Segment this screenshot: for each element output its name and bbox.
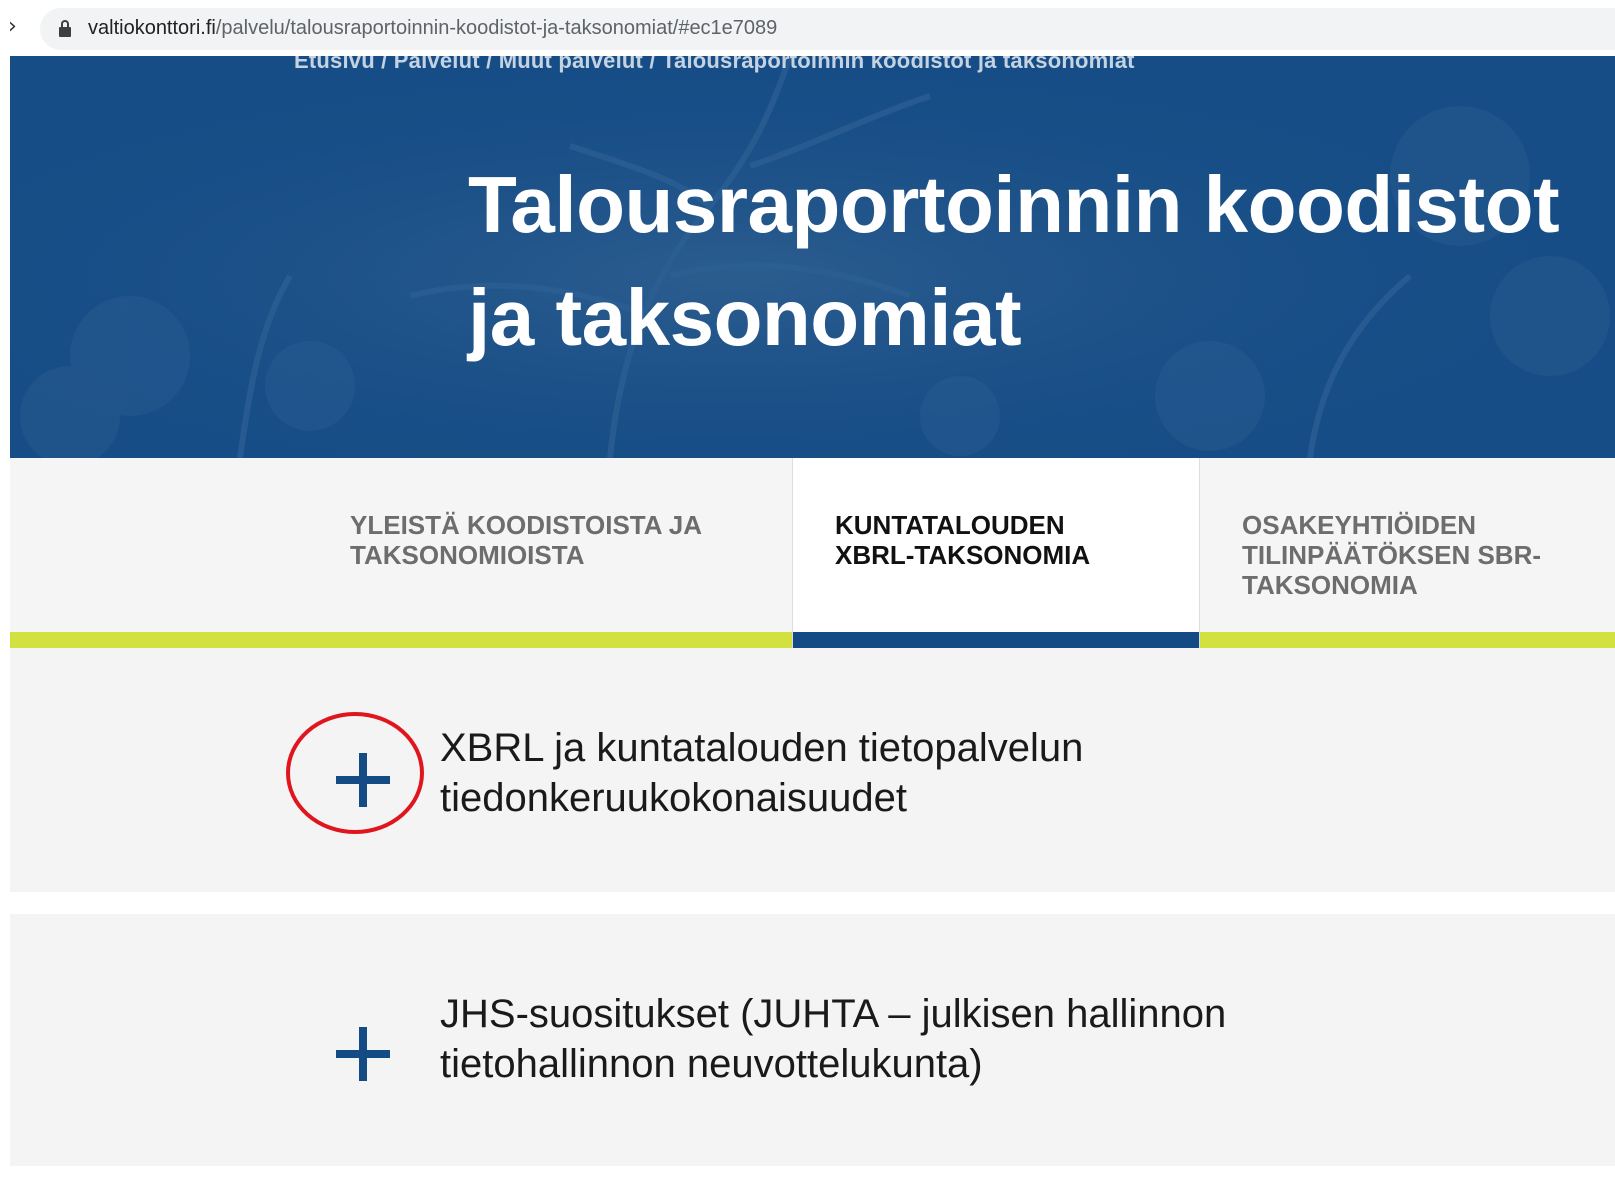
plus-icon[interactable] (336, 753, 390, 807)
breadcrumb[interactable]: Etusivu / Palvelut / Muut palvelut / Tal… (294, 56, 1135, 74)
lock-icon[interactable] (58, 20, 72, 38)
tab-company-sbr[interactable]: OSAKEYHTIÖIDEN TILINPÄÄTÖKSEN SBR- TAKSO… (1200, 458, 1615, 648)
page-title: Talousraportoinnin koodistot ja taksonom… (468, 160, 1560, 362)
url-path: /palvelu/talousraportoinnin-koodistot-ja… (215, 17, 778, 39)
accordion-title-line: JHS-suositukset (JUHTA – julkisen hallin… (440, 992, 1227, 1036)
tab-label-line: KUNTATALOUDEN (835, 510, 1065, 540)
accordion-title[interactable]: XBRL ja kuntatalouden tietopalvelun tied… (440, 723, 1440, 823)
tab-municipal-xbrl[interactable]: KUNTATALOUDEN XBRL-TAKSONOMIA (792, 458, 1200, 648)
tab-underline-active (793, 632, 1199, 648)
accordion-title-line: tiedonkeruukokonaisuudet (440, 776, 908, 820)
url-domain: valtiokonttori.fi (88, 17, 216, 39)
tab-label-line: OSAKEYHTIÖIDEN (1242, 510, 1477, 540)
tab-underline (1200, 632, 1615, 648)
tab-general-info[interactable]: YLEISTÄ KOODISTOISTA JA TAKSONOMIOISTA (10, 458, 792, 648)
accordion-title-line: XBRL ja kuntatalouden tietopalvelun (440, 726, 1084, 770)
tab-underline (10, 632, 792, 648)
tab-label-line: TAKSONOMIOISTA (350, 540, 585, 570)
tab-label-line: XBRL-TAKSONOMIA (835, 540, 1091, 570)
accordion-item-xbrl[interactable]: XBRL ja kuntatalouden tietopalvelun tied… (10, 648, 1615, 892)
accordion-item-jhs[interactable]: JHS-suositukset (JUHTA – julkisen hallin… (10, 914, 1615, 1166)
chevron-right-icon[interactable]: › (8, 14, 17, 40)
plus-icon[interactable] (336, 1027, 390, 1081)
tab-label-line: TILINPÄÄTÖKSEN SBR- (1242, 540, 1541, 570)
tab-label-line: YLEISTÄ KOODISTOISTA JA (350, 510, 703, 540)
accordion-title-line: tietohallinnon neuvottelukunta) (440, 1042, 983, 1086)
tab-bar: YLEISTÄ KOODISTOISTA JA TAKSONOMIOISTA K… (10, 458, 1615, 648)
url-text[interactable]: valtiokonttori.fi/palvelu/talousraportoi… (88, 15, 777, 41)
hero-banner: Etusivu / Palvelut / Muut palvelut / Tal… (10, 56, 1615, 458)
tab-label-line: TAKSONOMIA (1242, 570, 1418, 600)
accordion-title[interactable]: JHS-suositukset (JUHTA – julkisen hallin… (440, 989, 1440, 1089)
browser-address-bar: › valtiokonttori.fi/palvelu/talousraport… (0, 0, 1615, 56)
